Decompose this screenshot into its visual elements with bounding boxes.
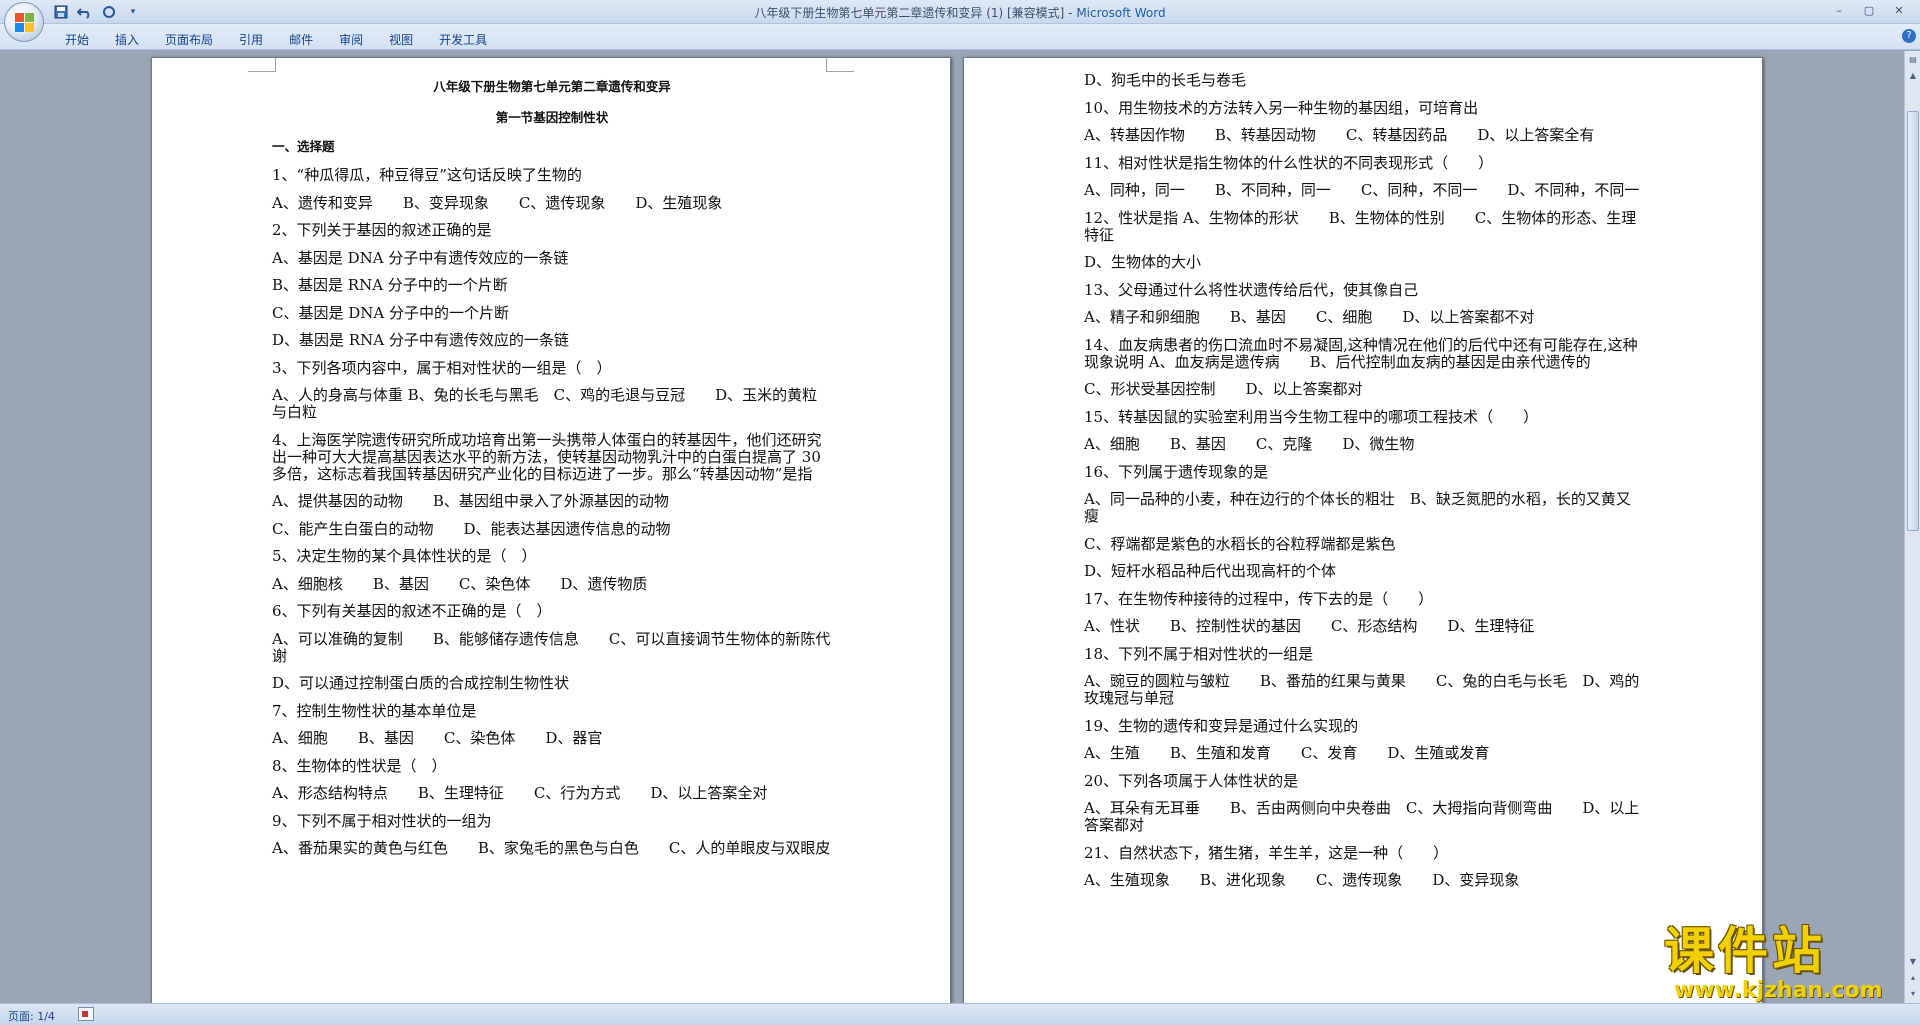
scrollbar-thumb[interactable] — [1907, 111, 1919, 531]
paragraph[interactable]: A、豌豆的圆粒与皱粒 B、番茄的红果与黄果 C、兔的白毛与长毛 D、鸡的玫瑰冠与… — [1084, 673, 1644, 707]
office-button[interactable] — [4, 2, 44, 42]
paragraph[interactable]: 9、下列不属于相对性状的一组为 — [272, 812, 832, 830]
paragraph[interactable]: A、性状 B、控制性状的基因 C、形态结构 D、生理特征 — [1084, 618, 1644, 635]
paragraph[interactable]: 19、生物的遗传和变异是通过什么实现的 — [1084, 717, 1644, 735]
document-title: 八年级下册生物第七单元第二章遗传和变异 (1) [兼容模式] - — [754, 6, 1077, 20]
ruler-toggle-icon[interactable]: ▤ — [1906, 53, 1920, 67]
tab-developer[interactable]: 开发工具 — [426, 28, 500, 48]
paragraph[interactable]: 11、相对性状是指生物体的什么性状的不同表现形式（ ） — [1084, 154, 1644, 172]
paragraph[interactable]: 6、下列有关基因的叙述不正确的是（ ） — [272, 603, 832, 620]
status-bar: 页面: 1/4 — [0, 1003, 1920, 1025]
page-2: D、狗毛中的长毛与卷毛 10、用生物技术的方法转入另一种生物的基因组，可培育出 A、… — [963, 57, 1763, 1003]
paragraph[interactable]: A、细胞 B、基因 C、染色体 D、器官 — [272, 730, 832, 747]
paragraph[interactable]: A、精子和卵细胞 B、基因 C、细胞 D、以上答案都不对 — [1084, 309, 1644, 326]
paragraph[interactable]: 2、下列关于基因的叙述正确的是 — [272, 222, 832, 239]
paragraph[interactable]: A、番茄果实的黄色与红色 B、家兔毛的黑色与白色 C、人的单眼皮与双眼皮 — [272, 840, 832, 857]
page-2-content[interactable]: D、狗毛中的长毛与卷毛 10、用生物技术的方法转入另一种生物的基因组，可培育出 A、… — [1084, 72, 1644, 900]
paragraph[interactable]: 一、选择题 — [272, 138, 832, 155]
close-button[interactable]: ✕ — [1884, 2, 1914, 20]
paragraph[interactable]: D、短杆水稻品种后代出现高杆的个体 — [1084, 563, 1644, 580]
word-window: ▾ 八年级下册生物第七单元第二章遗传和变异 (1) [兼容模式] - Micro… — [0, 0, 1920, 1025]
paragraph[interactable]: A、生殖现象 B、进化现象 C、遗传现象 D、变异现象 — [1084, 872, 1644, 889]
proofing-icon[interactable] — [78, 1007, 94, 1021]
paragraph[interactable]: A、人的身高与体重 B、兔的长毛与黑毛 C、鸡的毛退与豆冠 D、玉米的黄粒与白粒 — [272, 387, 832, 421]
page-count[interactable]: 页面: 1/4 — [8, 1008, 55, 1024]
ribbon-tab-bar: 开始 插入 页面布局 引用 邮件 审阅 视图 开发工具 ? — [0, 24, 1920, 50]
paragraph[interactable]: 15、转基因鼠的实验室利用当今生物工程中的哪项工程技术（ ） — [1084, 408, 1644, 426]
scroll-up-icon[interactable]: ▲ — [1906, 69, 1920, 83]
window-controls: – ▢ ✕ — [1824, 2, 1914, 20]
page-1: 八年级下册生物第七单元第二章遗传和变异 第一节基因控制性状 一、选择题 1、“种瓜得瓜… — [151, 57, 951, 1003]
paragraph[interactable]: A、提供基因的动物 B、基因组中录入了外源基因的动物 — [272, 493, 832, 510]
paragraph[interactable]: A、可以准确的复制 B、能够储存遗传信息 C、可以直接调节生物体的新陈代谢 — [272, 630, 832, 665]
paragraph[interactable]: A、形态结构特点 B、生理特征 C、行为方式 D、以上答案全对 — [272, 785, 832, 802]
paragraph[interactable]: 3、下列各项内容中，属于相对性状的一组是（ ） — [272, 359, 832, 377]
paragraph[interactable]: 1、“种瓜得瓜，种豆得豆”这句话反映了生物的 — [272, 167, 832, 184]
paragraph[interactable]: 4、上海医学院遗传研究所成功培育出第一头携带人体蛋白的转基因牛，他们还研究出一种… — [272, 431, 832, 483]
paragraph[interactable]: D、可以通过控制蛋白质的合成控制生物性状 — [272, 675, 832, 692]
tab-mailings[interactable]: 邮件 — [276, 28, 326, 48]
paragraph[interactable]: D、狗毛中的长毛与卷毛 — [1084, 72, 1644, 89]
paragraph[interactable]: 8、生物体的性状是（ ） — [272, 757, 832, 775]
paragraph[interactable]: 18、下列不属于相对性状的一组是 — [1084, 645, 1644, 663]
maximize-button[interactable]: ▢ — [1854, 2, 1884, 20]
tab-insert[interactable]: 插入 — [102, 28, 152, 48]
tab-view[interactable]: 视图 — [376, 28, 426, 48]
paragraph[interactable]: 21、自然状态下，猪生猪，羊生羊，这是一种（ ） — [1084, 844, 1644, 862]
tab-home[interactable]: 开始 — [52, 28, 102, 48]
paragraph[interactable]: A、生殖 B、生殖和发育 C、发育 D、生殖或发育 — [1084, 745, 1644, 762]
watermark-logo: 课件站 www.kjzhan.com — [1664, 922, 1914, 1003]
paragraph[interactable]: A、细胞核 B、基因 C、染色体 D、遗传物质 — [272, 575, 832, 593]
paragraph[interactable]: C、稃端都是紫色的水稻长的谷粒稃端都是紫色 — [1084, 535, 1644, 553]
paragraph[interactable]: A、遗传和变异 B、变异现象 C、遗传现象 D、生殖现象 — [272, 194, 832, 212]
paragraph[interactable]: 20、下列各项属于人体性状的是 — [1084, 772, 1644, 790]
paragraph[interactable]: 16、下列属于遗传现象的是 — [1084, 463, 1644, 481]
paragraph[interactable]: 八年级下册生物第七单元第二章遗传和变异 — [272, 78, 832, 95]
paragraph[interactable]: 10、用生物技术的方法转入另一种生物的基因组，可培育出 — [1084, 99, 1644, 117]
paragraph[interactable]: 17、在生物传种接待的过程中，传下去的是（ ） — [1084, 590, 1644, 608]
app-name: Microsoft Word — [1076, 6, 1166, 20]
vertical-scrollbar[interactable]: ▤ ▲ ▼ ▴ ▾ — [1904, 51, 1920, 1003]
page-1-content[interactable]: 八年级下册生物第七单元第二章遗传和变异 第一节基因控制性状 一、选择题 1、“种瓜得瓜… — [272, 78, 832, 868]
document-area: 八年级下册生物第七单元第二章遗传和变异 第一节基因控制性状 一、选择题 1、“种瓜得瓜… — [0, 51, 1904, 1003]
watermark-url: www.kjzhan.com — [1674, 978, 1883, 1003]
paragraph[interactable]: D、基因是 RNA 分子中有遗传效应的一条链 — [272, 332, 832, 349]
paragraph[interactable]: 12、性状是指 A、生物体的形状 B、生物体的性别 C、生物体的形态、生理特征 — [1084, 209, 1644, 244]
paragraph[interactable]: C、基因是 DNA 分子中的一个片断 — [272, 304, 832, 322]
paragraph[interactable]: C、能产生白蛋白的动物 D、能表达基因遗传信息的动物 — [272, 520, 832, 538]
paragraph[interactable]: B、基因是 RNA 分子中的一个片断 — [272, 277, 832, 294]
crop-mark — [248, 58, 276, 72]
tab-review[interactable]: 审阅 — [326, 28, 376, 48]
tab-page-layout[interactable]: 页面布局 — [152, 28, 226, 48]
crop-mark — [826, 58, 854, 72]
office-logo-icon — [15, 13, 35, 33]
window-title: 八年级下册生物第七单元第二章遗传和变异 (1) [兼容模式] - Microso… — [0, 4, 1920, 21]
paragraph[interactable]: A、同一品种的小麦，种在边行的个体长的粗壮 B、缺乏氮肥的水稻，长的又黄又瘦 — [1084, 491, 1644, 525]
paragraph[interactable]: C、形状受基因控制 D、以上答案都对 — [1084, 381, 1644, 398]
paragraph[interactable]: A、基因是 DNA 分子中有遗传效应的一条链 — [272, 249, 832, 267]
minimize-button[interactable]: – — [1824, 2, 1854, 20]
paragraph[interactable]: A、细胞 B、基因 C、克隆 D、微生物 — [1084, 436, 1644, 453]
ribbon-tabs: 开始 插入 页面布局 引用 邮件 审阅 视图 开发工具 — [52, 28, 500, 48]
title-bar: ▾ 八年级下册生物第七单元第二章遗传和变异 (1) [兼容模式] - Micro… — [0, 0, 1920, 24]
paragraph[interactable]: D、生物体的大小 — [1084, 254, 1644, 271]
paragraph[interactable]: A、同种，同一 B、不同种，同一 C、同种，不同一 D、不同种，不同一 — [1084, 182, 1644, 199]
paragraph[interactable]: A、耳朵有无耳垂 B、舌由两侧向中央卷曲 C、大拇指向背侧弯曲 D、以上答案都对 — [1084, 800, 1644, 834]
paragraph[interactable]: 5、决定生物的某个具体性状的是（ ） — [272, 548, 832, 565]
tab-references[interactable]: 引用 — [226, 28, 276, 48]
paragraph[interactable]: 14、血友病患者的伤口流血时不易凝固,这种情况在他们的后代中还有可能存在,这种现… — [1084, 336, 1644, 371]
help-icon[interactable]: ? — [1902, 29, 1916, 43]
watermark-title: 课件站 — [1664, 922, 1826, 980]
paragraph[interactable]: 13、父母通过什么将性状遗传给后代，使其像自己 — [1084, 281, 1644, 299]
paragraph[interactable]: 第一节基因控制性状 — [272, 109, 832, 126]
paragraph[interactable]: 7、控制生物性状的基本单位是 — [272, 702, 832, 720]
paragraph[interactable]: A、转基因作物 B、转基因动物 C、转基因药品 D、以上答案全有 — [1084, 127, 1644, 144]
